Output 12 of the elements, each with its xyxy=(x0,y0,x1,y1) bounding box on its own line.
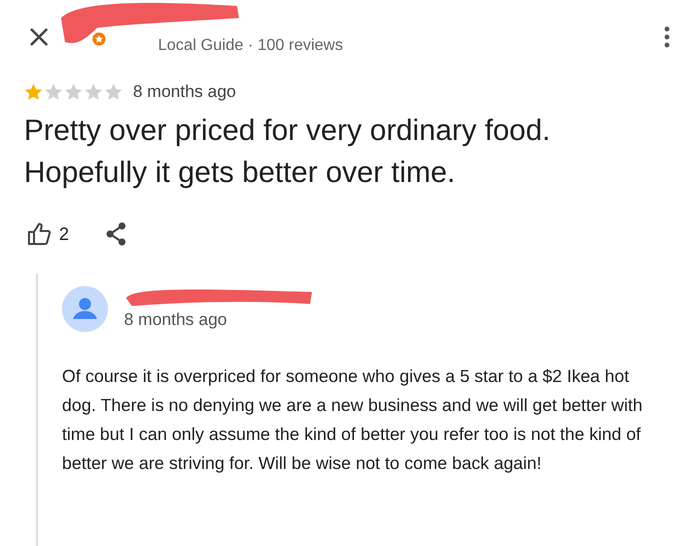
avatar-icon xyxy=(62,286,108,332)
share-icon[interactable] xyxy=(105,222,128,246)
badge-icon xyxy=(92,32,106,46)
reply-time: 8 months ago xyxy=(124,310,228,330)
thumbs-up-icon[interactable] xyxy=(27,222,51,246)
reply-text: Of course it is overpriced for someone who gives a 5 star to a $2 Ikea hot dog. There is no denying we are a new business and we will get better with time but I can only assume the kind of better you refer too is not the kind of better we are striving for. Will be wise not to come back again! xyxy=(62,365,644,475)
like-count: 2 xyxy=(59,224,70,244)
review-time: 8 months ago xyxy=(133,82,236,102)
reviewer-meta: Local Guide · 100 reviews xyxy=(158,37,343,55)
close-icon[interactable] xyxy=(29,27,49,47)
more-options-icon[interactable] xyxy=(664,26,670,48)
review-text: Pretty over priced for very ordinary food. Hopefully it gets better over time. xyxy=(24,113,552,191)
